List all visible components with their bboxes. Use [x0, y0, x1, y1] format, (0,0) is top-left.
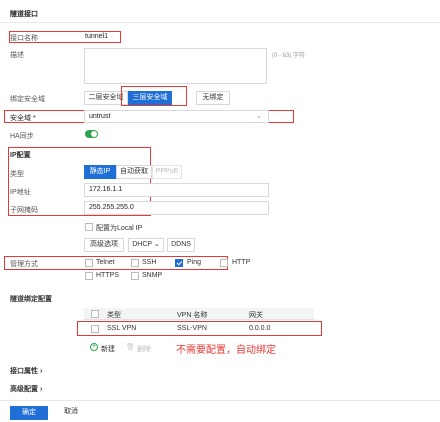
tunnel-select-all-checkbox[interactable] — [91, 310, 99, 318]
row-gateway: 0.0.0.0 — [249, 325, 271, 332]
telnet-checkbox[interactable] — [85, 259, 93, 267]
static-ip-button[interactable]: 静态IP — [84, 165, 116, 179]
mask-label: 子网掩码 — [10, 207, 38, 214]
col-vpn-name: VPN 名称 — [177, 312, 208, 319]
add-icon[interactable]: + — [90, 343, 98, 351]
row-checkbox[interactable] — [91, 325, 99, 333]
ip-addr-label: IP地址 — [10, 189, 31, 196]
mask-input[interactable]: 255.255.255.0 — [84, 201, 269, 215]
advanced-config-toggle[interactable]: 高级配置 › — [10, 384, 42, 394]
security-zone-value: untrust — [89, 113, 111, 120]
ping-label: Ping — [187, 259, 202, 266]
interface-attributes-toggle[interactable]: 接口属性 › — [10, 366, 42, 376]
dhcp-ip-button[interactable]: 自动获取 — [116, 165, 152, 179]
advanced-options-button[interactable]: 高级选项 — [84, 238, 124, 252]
toggle-knob — [91, 131, 97, 137]
col-type: 类型 — [107, 312, 121, 319]
http-label: HTTP — [232, 259, 251, 266]
ip-type-label: 类型 — [10, 171, 24, 178]
ha-toggle[interactable] — [85, 130, 98, 138]
footer-divider — [0, 400, 440, 401]
dhcp-dropdown-button[interactable]: DHCP ⌄ — [128, 238, 164, 252]
row-type: SSL VPN — [107, 325, 137, 332]
desc-textarea[interactable] — [84, 48, 267, 84]
ddns-button[interactable]: DDNS — [167, 238, 195, 252]
new-button[interactable]: 新建 — [101, 344, 115, 354]
snmp-checkbox[interactable] — [131, 272, 139, 280]
local-ip-label: 配置为Local IP — [96, 225, 143, 232]
tunnel-section-title: 隧道绑定配置 — [10, 296, 52, 303]
name-label: 接口名称 — [10, 35, 38, 42]
mgmt-label: 管理方式 — [10, 261, 38, 268]
page-title: 隧道接口 — [10, 11, 38, 18]
delete-button[interactable]: 删除 — [137, 344, 151, 354]
chevron-down-icon: ⌄ — [256, 113, 262, 120]
zone-l3-highlight — [121, 86, 187, 106]
ssh-checkbox[interactable] — [131, 259, 139, 267]
cancel-button[interactable]: 取消 — [52, 406, 90, 420]
security-zone-label: 安全域 * — [10, 115, 36, 122]
desc-label: 描述 — [10, 52, 24, 59]
ok-button[interactable]: 确定 — [10, 406, 48, 420]
header-divider — [0, 22, 440, 23]
http-checkbox[interactable] — [220, 259, 228, 267]
col-gateway: 网关 — [249, 312, 263, 319]
zone-none-button[interactable]: 无绑定 — [196, 91, 230, 105]
https-label: HTTPS — [96, 272, 119, 279]
annotation-text: 不需要配置，自动绑定 — [176, 345, 276, 356]
row-vpn-name: SSL-VPN — [177, 325, 207, 332]
ssh-label: SSH — [142, 259, 157, 266]
local-ip-checkbox[interactable] — [85, 223, 93, 231]
delete-icon[interactable]: 🗑 — [126, 343, 135, 351]
ha-label: HA同步 — [10, 133, 34, 140]
telnet-label: Telnet — [96, 259, 115, 266]
desc-hint: (0 - 63) 字符 — [272, 53, 306, 59]
ping-checkbox[interactable] — [175, 259, 183, 267]
pppoe-button[interactable]: PPPoE — [152, 165, 182, 179]
table-row[interactable]: SSL VPN SSL-VPN 0.0.0.0 — [84, 323, 314, 335]
security-zone-select[interactable]: untrust ⌄ — [84, 110, 269, 123]
zone-bind-label: 绑定安全域 — [10, 96, 45, 103]
name-value[interactable]: tunnel1 — [85, 33, 108, 40]
ip-addr-input[interactable]: 172.16.1.1 — [84, 183, 269, 197]
https-checkbox[interactable] — [85, 272, 93, 280]
snmp-label: SNMP — [142, 272, 163, 279]
ip-section-title: IP配置 — [10, 152, 31, 159]
